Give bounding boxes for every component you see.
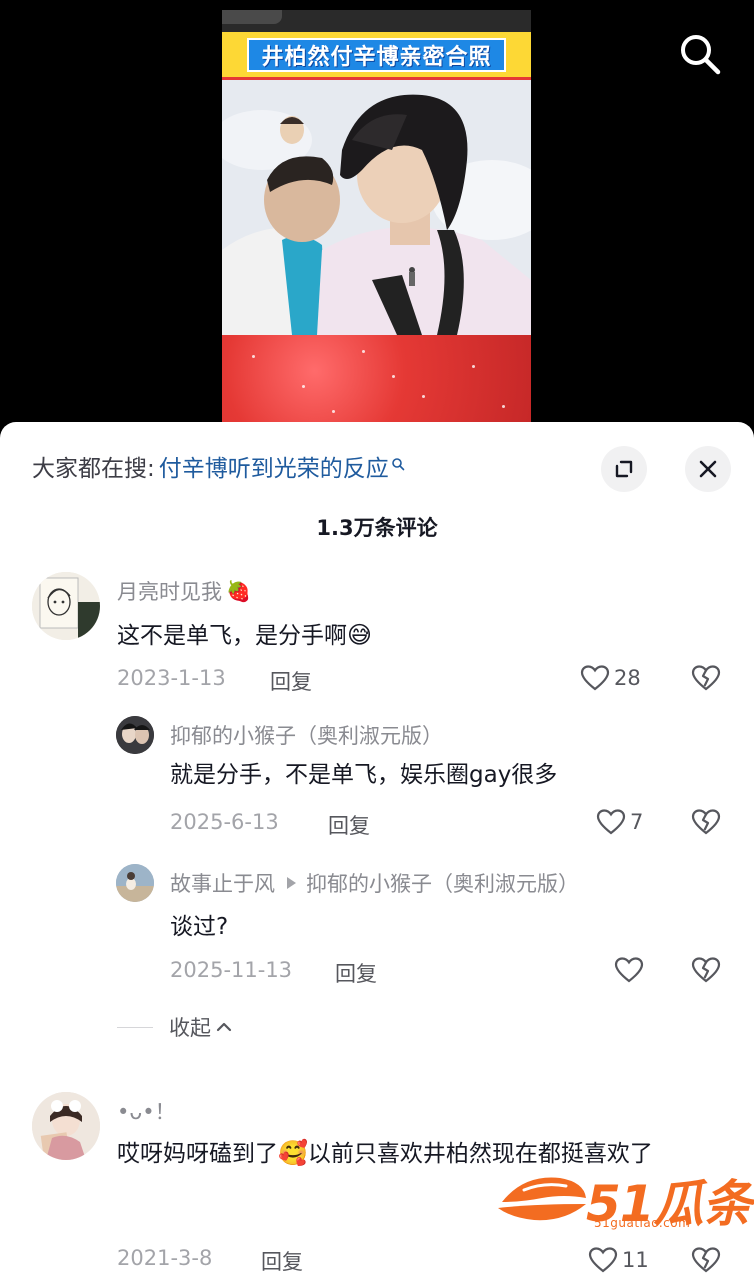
- video-red-background: [222, 335, 531, 422]
- search-suggestion-prefix: 大家都在搜:: [32, 456, 155, 482]
- avatar[interactable]: [116, 864, 154, 902]
- heart-icon: [588, 1247, 618, 1273]
- like-button[interactable]: 11: [588, 1246, 649, 1274]
- comment-item: 月亮时见我 🍓 这不是单飞，是分手啊😅 2023-1-13 回复 28: [0, 570, 754, 710]
- search-suggestion[interactable]: 大家都在搜: 付辛博听到光荣的反应: [32, 452, 405, 486]
- search-button[interactable]: [676, 30, 724, 78]
- comment-sheet: 大家都在搜: 付辛博听到光荣的反应 1.3万条评论 月亮时见我 🍓 这不是单飞，…: [0, 422, 754, 1280]
- avatar-drawing: [32, 572, 100, 640]
- reply-date: 2025-6-13: [170, 810, 279, 834]
- reply-button[interactable]: 回复: [261, 1246, 303, 1276]
- dislike-button[interactable]: [690, 956, 722, 988]
- comment-text: 这不是单飞，是分手啊😅: [117, 621, 373, 649]
- video-banner-text: 井柏然付辛博亲密合照: [261, 44, 492, 70]
- search-icon: [681, 35, 721, 75]
- like-count: 11: [622, 1248, 649, 1272]
- reply-username[interactable]: 抑郁的小猴子（奥利淑元版）: [170, 720, 443, 750]
- reply-text: 就是分手，不是单飞，娱乐圈gay很多: [170, 762, 558, 788]
- reply-item: 抑郁的小猴子（奥利淑元版） 就是分手，不是单飞，娱乐圈gay很多 2025-6-…: [0, 714, 754, 854]
- video-top-strip: [222, 10, 531, 34]
- dislike-button[interactable]: [690, 808, 722, 840]
- close-icon: [699, 460, 717, 478]
- sheet-header: 大家都在搜: 付辛博听到光荣的反应: [0, 422, 754, 514]
- video-player[interactable]: 井柏然付辛博亲密合照: [0, 0, 754, 440]
- chevron-up-icon: [216, 1022, 232, 1032]
- close-button[interactable]: [685, 446, 731, 492]
- search-suggestion-link[interactable]: 付辛博听到光荣的反应: [159, 452, 389, 486]
- dislike-button[interactable]: [690, 664, 722, 696]
- avatar-photo: [116, 716, 154, 754]
- reply-arrow-icon: [287, 877, 296, 889]
- avatar[interactable]: [32, 1092, 100, 1160]
- reply-text: 谈过?: [170, 914, 229, 940]
- reply-item: 故事止于风 抑郁的小猴子（奥利淑元版） 谈过? 2025-11-13 回复: [0, 862, 754, 1002]
- reply-username[interactable]: 故事止于风 抑郁的小猴子（奥利淑元版）: [170, 868, 579, 898]
- heart-icon: [596, 809, 626, 835]
- comment-date: 2021-3-8: [117, 1246, 213, 1270]
- search-small-icon: [391, 458, 405, 471]
- video-photo: [222, 80, 531, 335]
- like-count: 7: [630, 810, 644, 834]
- avatar-photo: [116, 864, 154, 902]
- broken-heart-icon: [691, 1247, 721, 1273]
- avatar[interactable]: [116, 716, 154, 754]
- photo-illustration: [222, 80, 531, 335]
- reply-button[interactable]: 回复: [335, 958, 377, 988]
- heart-icon: [580, 665, 610, 691]
- comment-count: 1.3万条评论: [316, 516, 438, 540]
- like-button[interactable]: [614, 956, 648, 984]
- expand-icon: [615, 460, 633, 478]
- broken-heart-icon: [691, 957, 721, 983]
- comment-date: 2023-1-13: [117, 666, 226, 690]
- dislike-button[interactable]: [690, 1246, 722, 1278]
- broken-heart-icon: [691, 809, 721, 835]
- divider-line: [117, 1026, 153, 1028]
- like-button[interactable]: 28: [580, 664, 641, 692]
- video-frame[interactable]: 井柏然付辛博亲密合照: [222, 10, 531, 422]
- collapse-replies-button[interactable]: 收起: [117, 1012, 233, 1042]
- watermark-logo-icon: [498, 1177, 586, 1221]
- avatar-photo: [32, 1092, 100, 1160]
- reply-button[interactable]: 回复: [328, 810, 370, 840]
- avatar[interactable]: [32, 572, 100, 640]
- sweat-smile-emoji-icon: 😅: [347, 621, 373, 649]
- smiling-hearts-emoji-icon: 🥰: [278, 1139, 308, 1167]
- comment-username[interactable]: 月亮时见我 🍓: [117, 576, 251, 606]
- comment-username[interactable]: •ᴗ•！: [117, 1096, 176, 1126]
- collapse-label: 收起: [169, 1016, 211, 1040]
- heart-icon: [614, 957, 644, 983]
- like-button[interactable]: 7: [596, 808, 643, 836]
- watermark-url: 51guatiao.com: [594, 1216, 691, 1230]
- watermark: 51瓜条 51guatiao.com: [494, 1168, 753, 1233]
- expand-button[interactable]: [601, 446, 647, 492]
- like-count: 28: [614, 666, 641, 690]
- reply-button[interactable]: 回复: [270, 666, 312, 696]
- reply-to-username[interactable]: 抑郁的小猴子（奥利淑元版）: [306, 868, 579, 898]
- strawberry-icon: 🍓: [226, 579, 251, 603]
- broken-heart-icon: [691, 665, 721, 691]
- video-title-banner: 井柏然付辛博亲密合照: [222, 32, 531, 80]
- reply-date: 2025-11-13: [170, 958, 293, 982]
